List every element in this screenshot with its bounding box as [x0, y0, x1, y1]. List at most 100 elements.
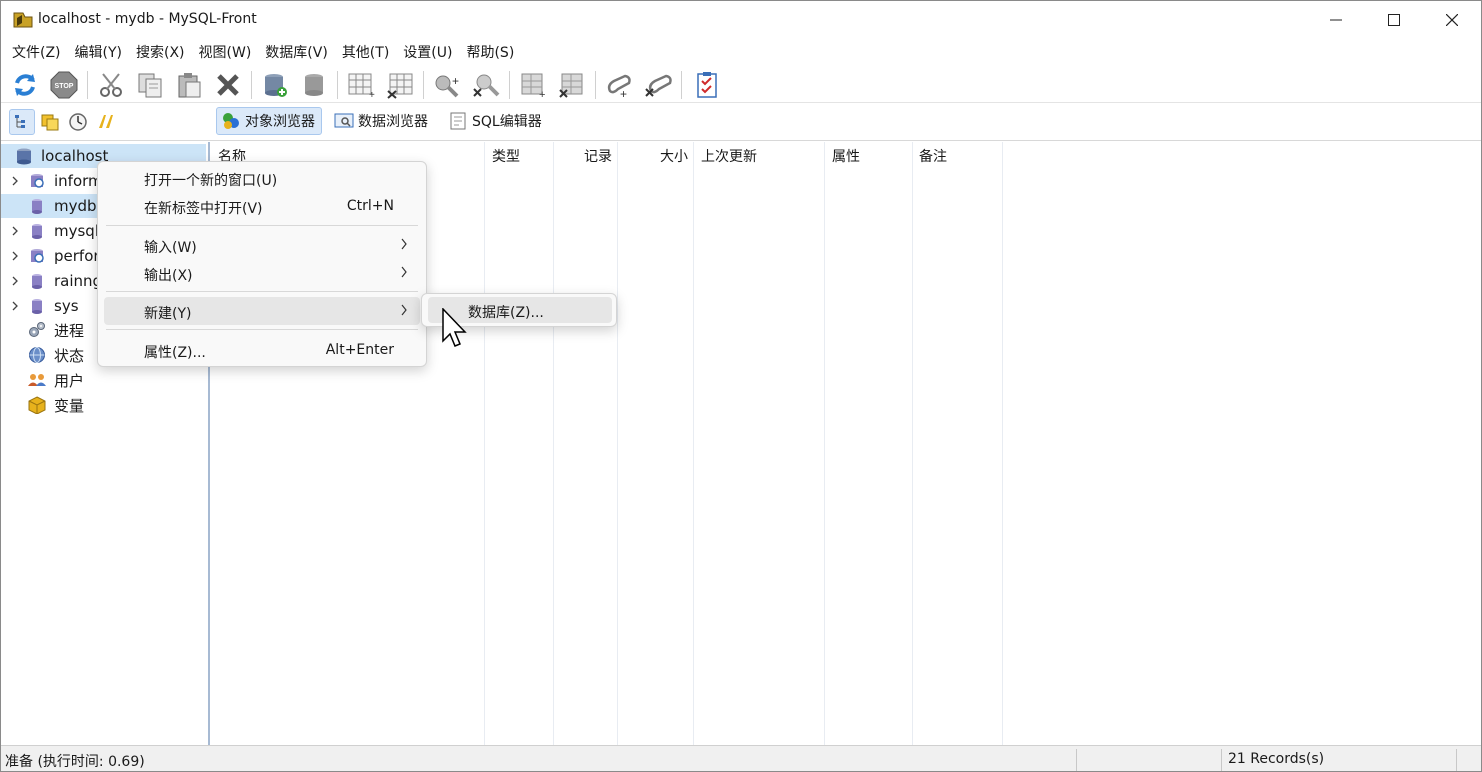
gears-icon [28, 321, 46, 339]
database-icon [28, 272, 46, 290]
tree-item-inform[interactable]: inform [1, 169, 103, 193]
tree-icon [15, 115, 25, 128]
stop-icon[interactable]: STOP [48, 69, 80, 101]
database-icon [28, 197, 46, 215]
remove-field-icon[interactable] [470, 69, 502, 101]
tree-item-variables[interactable]: 变量 [1, 393, 84, 417]
minimize-button[interactable] [1307, 1, 1365, 39]
tree-item-sys[interactable]: sys [1, 294, 79, 318]
bookmarks-icon[interactable] [37, 109, 63, 135]
history-icon[interactable] [65, 109, 91, 135]
system-database-icon [28, 247, 46, 265]
menu-item-export[interactable]: 输出(X) [104, 259, 420, 287]
svg-text:+: + [369, 90, 375, 99]
add-field-icon[interactable]: + [431, 69, 463, 101]
add-key-icon[interactable]: + [603, 69, 635, 101]
shortcut-label: Alt+Enter [325, 342, 394, 358]
check-icon[interactable] [691, 69, 723, 101]
tree-item-label: inform [54, 172, 103, 190]
tree-item-label: rainng [54, 272, 103, 290]
expand-chevron-icon[interactable] [8, 224, 22, 238]
object-browser-icon [221, 112, 241, 130]
tree-item-mysql[interactable]: mysql [1, 219, 99, 243]
refresh-icon[interactable] [9, 69, 41, 101]
tree-item-label: mysql [54, 222, 99, 240]
menu-edit[interactable]: 编辑(Y) [70, 41, 127, 63]
column-header-type[interactable]: 类型 [486, 142, 554, 172]
tab-data-browser[interactable]: 数据浏览器 [329, 107, 435, 135]
status-bar: 准备 (执行时间: 0.69) 21 Records(s) [1, 745, 1481, 771]
tab-object-browser[interactable]: 对象浏览器 [216, 107, 322, 135]
column-header-records[interactable]: 记录 [554, 142, 618, 172]
remove-table-icon[interactable] [384, 69, 416, 101]
tree-item-status[interactable]: 状态 [1, 343, 84, 367]
tree-item-label: 用户 [54, 371, 85, 390]
menu-item-open-new-tab[interactable]: 在新标签中打开(V) Ctrl+N [104, 192, 420, 220]
tree-item-processes[interactable]: 进程 [1, 318, 84, 342]
remove-index-icon[interactable] [556, 69, 588, 101]
mysql-front-app-icon [13, 11, 33, 29]
chevron-right-icon [400, 304, 408, 320]
tree-item-label: mydb [54, 197, 97, 215]
menu-database[interactable]: 数据库(V) [260, 41, 333, 63]
menu-help[interactable]: 帮助(S) [461, 41, 519, 63]
menu-item-properties[interactable]: 属性(Z)... Alt+Enter [104, 336, 420, 364]
svg-text:STOP: STOP [55, 83, 74, 90]
menu-item-open-new-window[interactable]: 打开一个新的窗口(U) [104, 164, 420, 192]
window-title: localhost - mydb - MySQL-Front [38, 11, 257, 27]
records-count: 21 Records(s) [1228, 751, 1325, 767]
package-icon [28, 396, 46, 414]
add-table-icon[interactable]: + [345, 69, 377, 101]
sql-history-icon[interactable] [93, 109, 119, 135]
paste-icon[interactable] [173, 69, 205, 101]
tree-item-perfor[interactable]: perfor [1, 244, 100, 268]
tree-item-label: 变量 [54, 396, 85, 415]
close-button[interactable] [1423, 1, 1481, 39]
tree-item-users[interactable]: 用户 [1, 368, 84, 392]
svg-text:+: + [452, 74, 459, 88]
expand-chevron-icon[interactable] [8, 249, 22, 263]
add-index-icon[interactable]: + [517, 69, 549, 101]
app-window: localhost - mydb - MySQL-Front 文件(Z) 编辑(… [0, 0, 1482, 772]
tab-sql-editor[interactable]: SQL编辑器 [443, 107, 549, 135]
database-icon [28, 222, 46, 240]
add-database-icon[interactable] [259, 69, 291, 101]
tree-item-label: 状态 [54, 346, 85, 365]
tree-item-label: 进程 [54, 321, 85, 340]
tab-object-browser-label: 对象浏览器 [245, 114, 315, 130]
expand-chevron-icon[interactable] [8, 299, 22, 313]
view-toolbar: 对象浏览器 数据浏览器 SQL编辑器 [1, 103, 1481, 141]
system-database-icon [28, 172, 46, 190]
globe-icon [28, 346, 46, 364]
cut-icon[interactable] [95, 69, 127, 101]
delete-icon[interactable] [212, 69, 244, 101]
expand-chevron-icon[interactable] [8, 274, 22, 288]
column-header-last-update[interactable]: 上次更新 [695, 142, 825, 172]
remove-key-icon[interactable] [642, 69, 674, 101]
menu-item-import[interactable]: 输入(W) [104, 231, 420, 259]
tab-sql-editor-label: SQL编辑器 [472, 114, 542, 130]
svg-text:+: + [539, 89, 545, 99]
expand-chevron-icon[interactable] [8, 174, 22, 188]
column-header-size[interactable]: 大小 [618, 142, 694, 172]
menu-search[interactable]: 搜索(X) [131, 41, 190, 63]
svg-text:+: + [620, 87, 627, 99]
column-header-comment[interactable]: 备注 [913, 142, 1001, 172]
mouse-cursor-icon [442, 307, 468, 350]
tree-view-toggle[interactable] [9, 109, 35, 135]
status-text: 准备 (执行时间: 0.69) [5, 754, 145, 770]
tree-item-rainng[interactable]: rainng [1, 269, 102, 293]
column-header-attributes[interactable]: 属性 [826, 142, 912, 172]
server-icon [15, 147, 33, 165]
menu-view[interactable]: 视图(W) [194, 41, 257, 63]
copy-icon[interactable] [134, 69, 166, 101]
users-icon [28, 371, 46, 389]
menu-other[interactable]: 其他(T) [337, 41, 394, 63]
remove-database-icon[interactable] [298, 69, 330, 101]
menu-file[interactable]: 文件(Z) [7, 41, 66, 63]
tab-data-browser-label: 数据浏览器 [358, 114, 428, 130]
menu-settings[interactable]: 设置(U) [398, 41, 457, 63]
database-icon [28, 297, 46, 315]
menu-item-new[interactable]: 新建(Y) [104, 297, 420, 325]
maximize-button[interactable] [1365, 1, 1423, 39]
